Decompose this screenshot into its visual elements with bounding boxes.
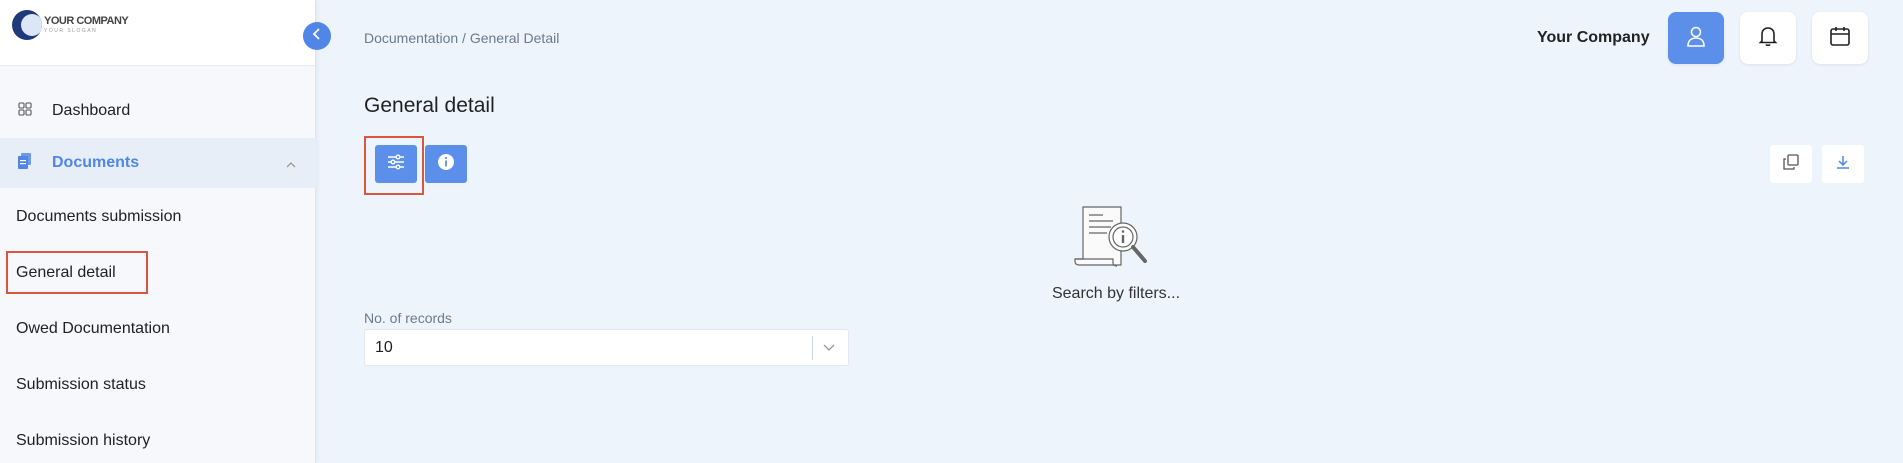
sidebar-collapse-button[interactable]: [303, 22, 331, 50]
sidebar-subitem-documents-submission[interactable]: Documents submission: [16, 208, 181, 226]
breadcrumb: Documentation / General Detail: [364, 30, 560, 46]
bell-icon: [1758, 25, 1778, 52]
logo-slogan: YOUR SLOGAN: [44, 28, 98, 34]
records-value: 10: [375, 339, 393, 356]
records-label: No. of records: [364, 310, 452, 326]
documents-icon: [18, 152, 32, 174]
user-button[interactable]: [1668, 12, 1724, 64]
logo-area: YOUR COMPANY YOUR SLOGAN: [0, 0, 315, 66]
sidebar-subitem-owed-documentation[interactable]: Owed Documentation: [16, 320, 170, 338]
copy-button[interactable]: [1770, 145, 1812, 183]
notifications-button[interactable]: [1740, 12, 1796, 64]
sidebar-subitem-submission-history[interactable]: Submission history: [16, 432, 150, 450]
sidebar-item-label: Dashboard: [52, 102, 131, 119]
company-logo[interactable]: YOUR COMPANY YOUR SLOGAN: [12, 10, 129, 40]
records-per-page-select[interactable]: 10: [364, 329, 849, 366]
chevron-down-icon[interactable]: [822, 340, 836, 359]
select-separator: [812, 336, 813, 360]
info-button[interactable]: [425, 145, 467, 183]
filter-button-highlight: [364, 136, 424, 195]
grid-icon: [18, 101, 32, 121]
sidebar-item-dashboard[interactable]: Dashboard: [0, 92, 316, 130]
logo-name: YOUR COMPANY: [44, 15, 129, 27]
sidebar-item-label: Documents: [52, 154, 140, 171]
document-search-icon: [1073, 206, 1159, 277]
calendar-icon: [1829, 25, 1851, 52]
header-company-name: Your Company: [1537, 29, 1650, 46]
chevron-up-icon: [286, 156, 296, 174]
general-detail-highlight: [6, 251, 148, 294]
calendar-button[interactable]: [1812, 12, 1868, 64]
download-button[interactable]: [1822, 145, 1864, 183]
chevron-left-icon: [312, 27, 322, 45]
empty-state-text: Search by filters...: [1051, 285, 1181, 302]
sidebar: YOUR COMPANY YOUR SLOGAN Dashboard Docum…: [0, 0, 316, 463]
download-icon: [1835, 154, 1851, 175]
sidebar-subitem-submission-status[interactable]: Submission status: [16, 376, 146, 394]
copy-icon: [1783, 153, 1799, 175]
logo-mark-icon: [12, 10, 42, 40]
sidebar-item-documents[interactable]: Documents: [0, 138, 316, 188]
page-title: General detail: [364, 94, 495, 117]
empty-state-illustration: [1073, 205, 1159, 278]
info-icon: [437, 153, 455, 176]
user-icon: [1685, 25, 1707, 52]
